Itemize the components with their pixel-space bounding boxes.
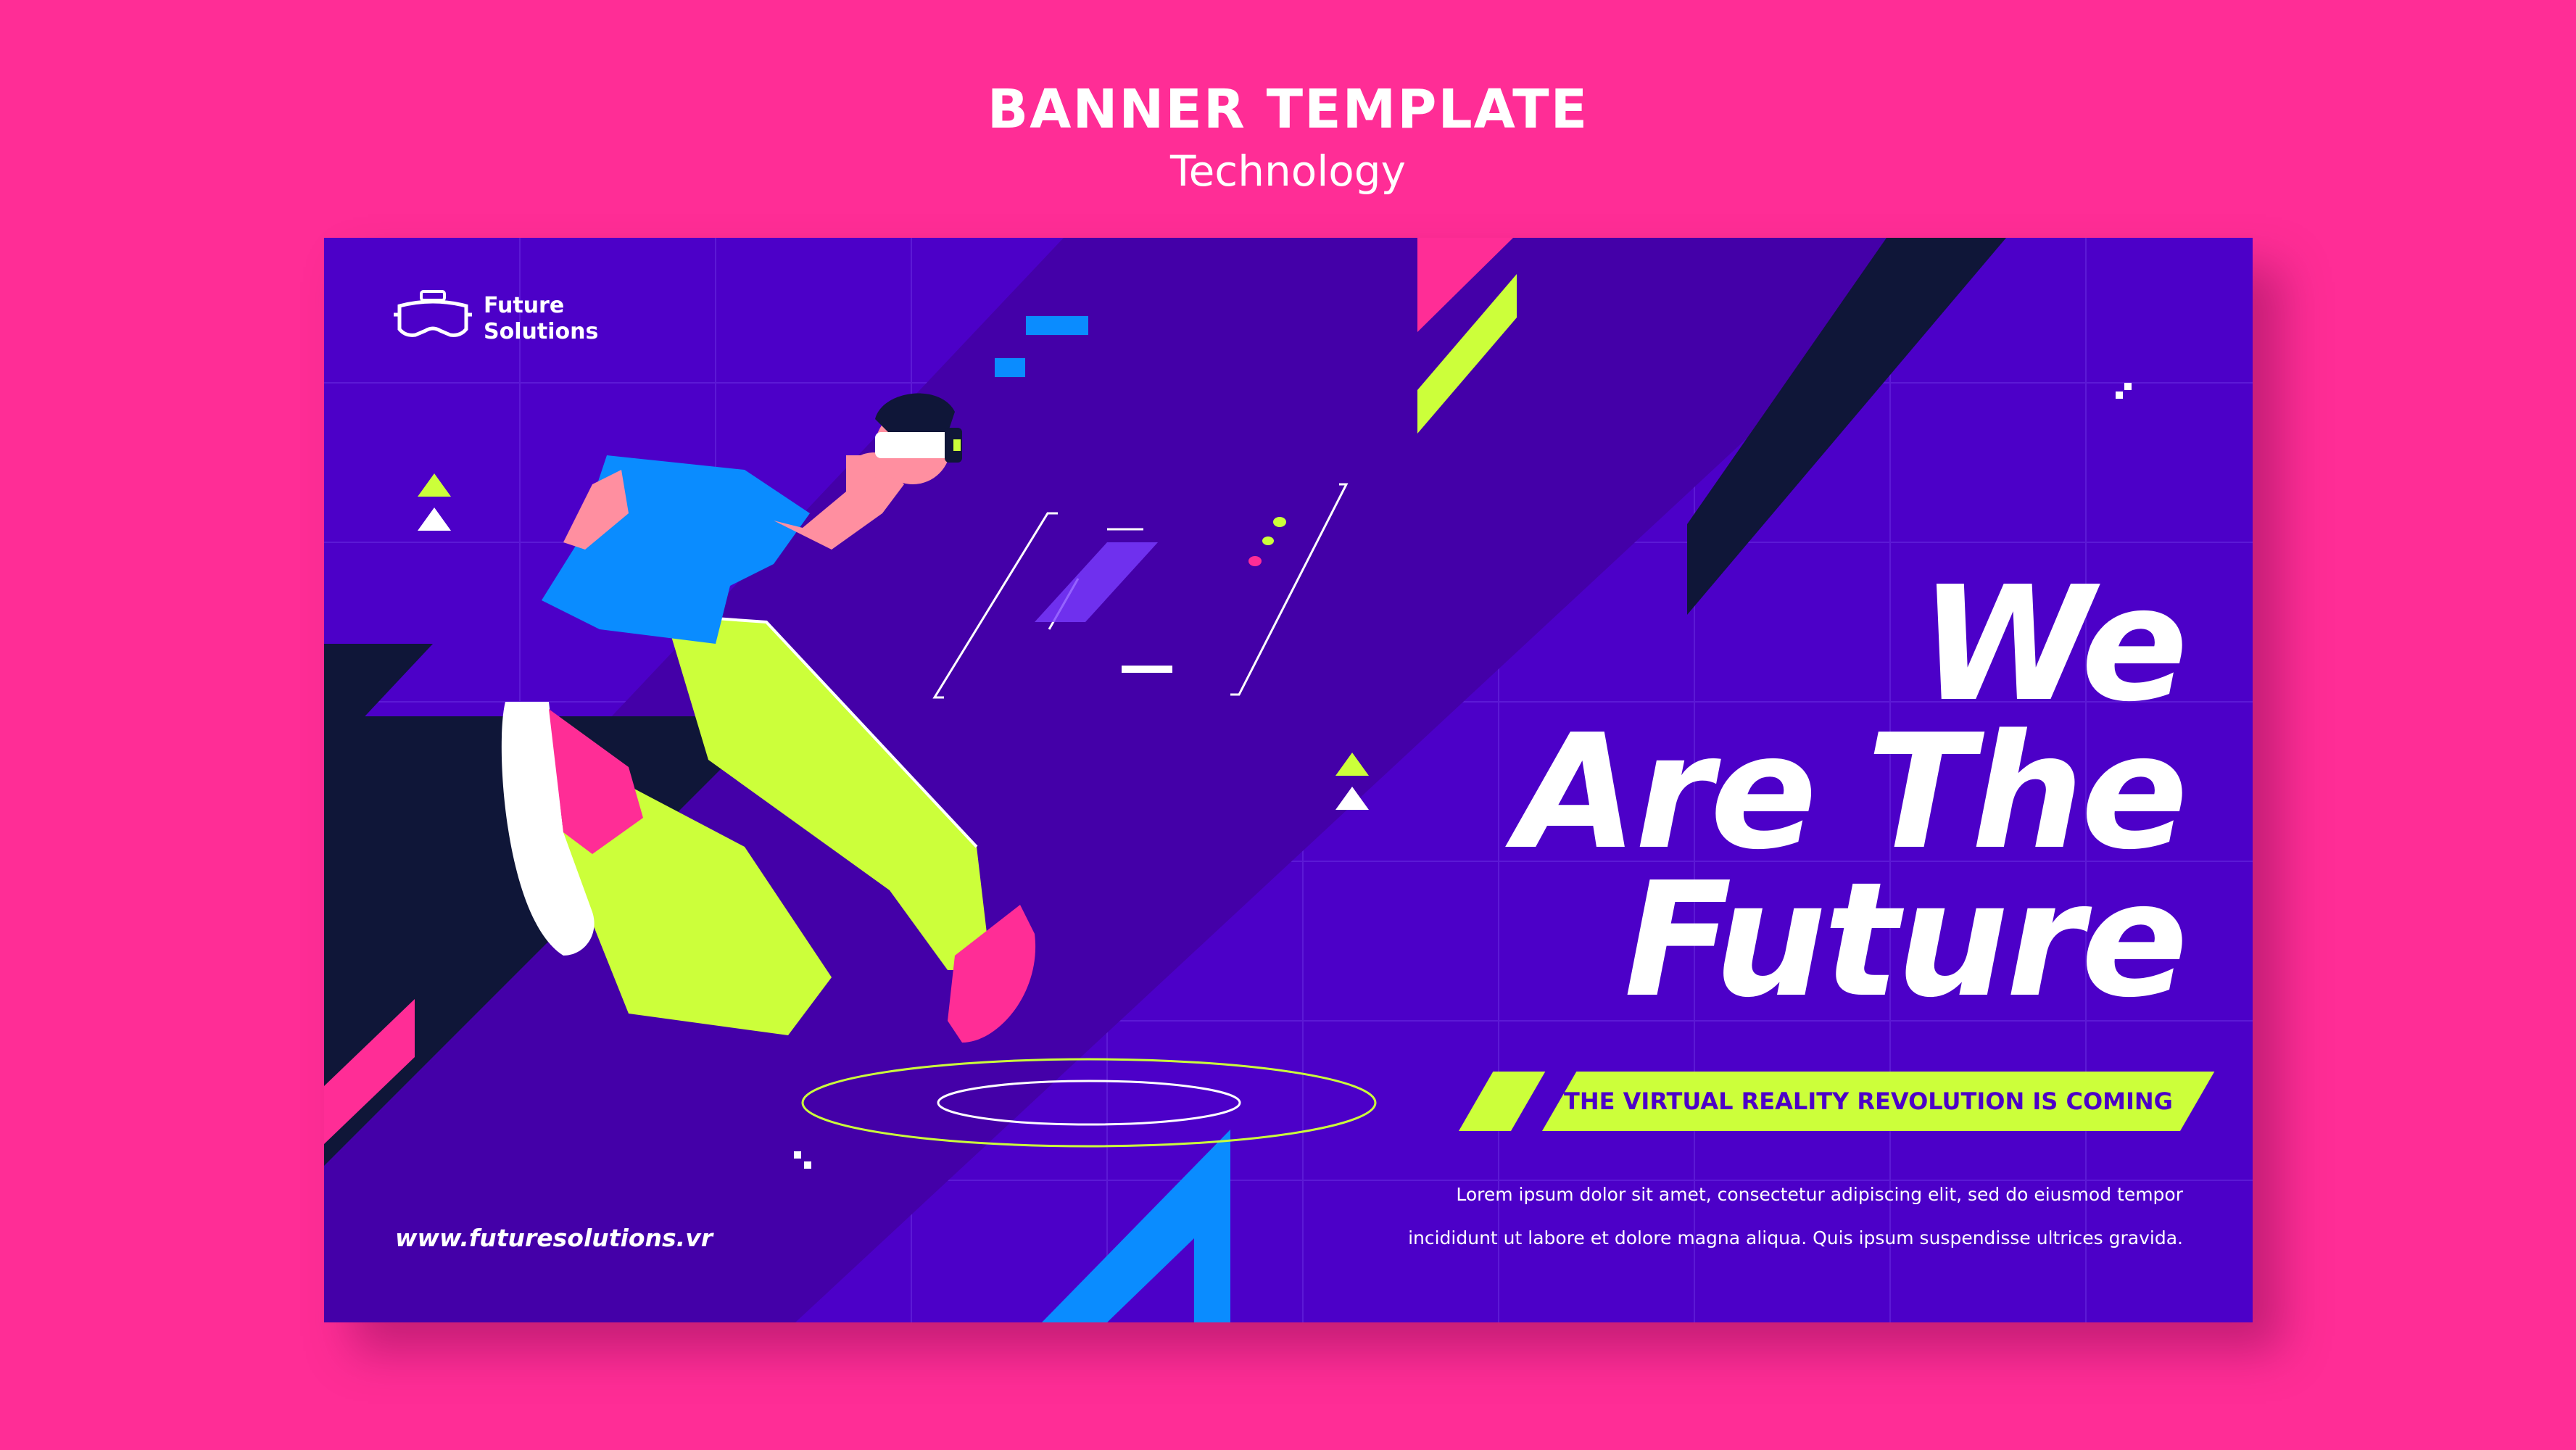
- website-link[interactable]: www.futuresolutions.vr: [395, 1224, 713, 1252]
- brand-line-2: Solutions: [484, 319, 599, 344]
- headline-line-3: Future: [1623, 849, 2188, 1032]
- brand-logo: Future Solutions: [392, 290, 598, 348]
- white-triangle-left: [418, 508, 451, 531]
- brand-name: Future Solutions: [484, 293, 598, 345]
- lime-triangle-left: [418, 473, 451, 497]
- page-subtitle: Technology: [1170, 146, 1406, 196]
- tagline: THE VIRTUAL REALITY REVOLUTION IS COMING: [1564, 1088, 2173, 1115]
- blue-block-1: [1026, 316, 1088, 335]
- vr-headset-icon: [392, 290, 473, 348]
- headline-line-1: We: [1919, 553, 2188, 737]
- banner-card: Future Solutions We Are The Future THE V…: [324, 238, 2253, 1322]
- headline-line-2: Are The: [1515, 701, 2188, 884]
- body-text: Lorem ipsum dolor sit amet, consectetur …: [1313, 1173, 2183, 1260]
- blue-triangle: [1042, 1130, 1230, 1322]
- page-title: BANNER TEMPLATE: [987, 78, 1589, 141]
- body-line-2: incididunt ut labore et dolore magna ali…: [1408, 1227, 2183, 1248]
- brand-line-1: Future: [484, 293, 565, 318]
- blue-block-2: [995, 358, 1025, 377]
- headline: We Are The Future: [1170, 553, 2188, 1032]
- body-line-1: Lorem ipsum dolor sit amet, consectetur …: [1456, 1184, 2183, 1205]
